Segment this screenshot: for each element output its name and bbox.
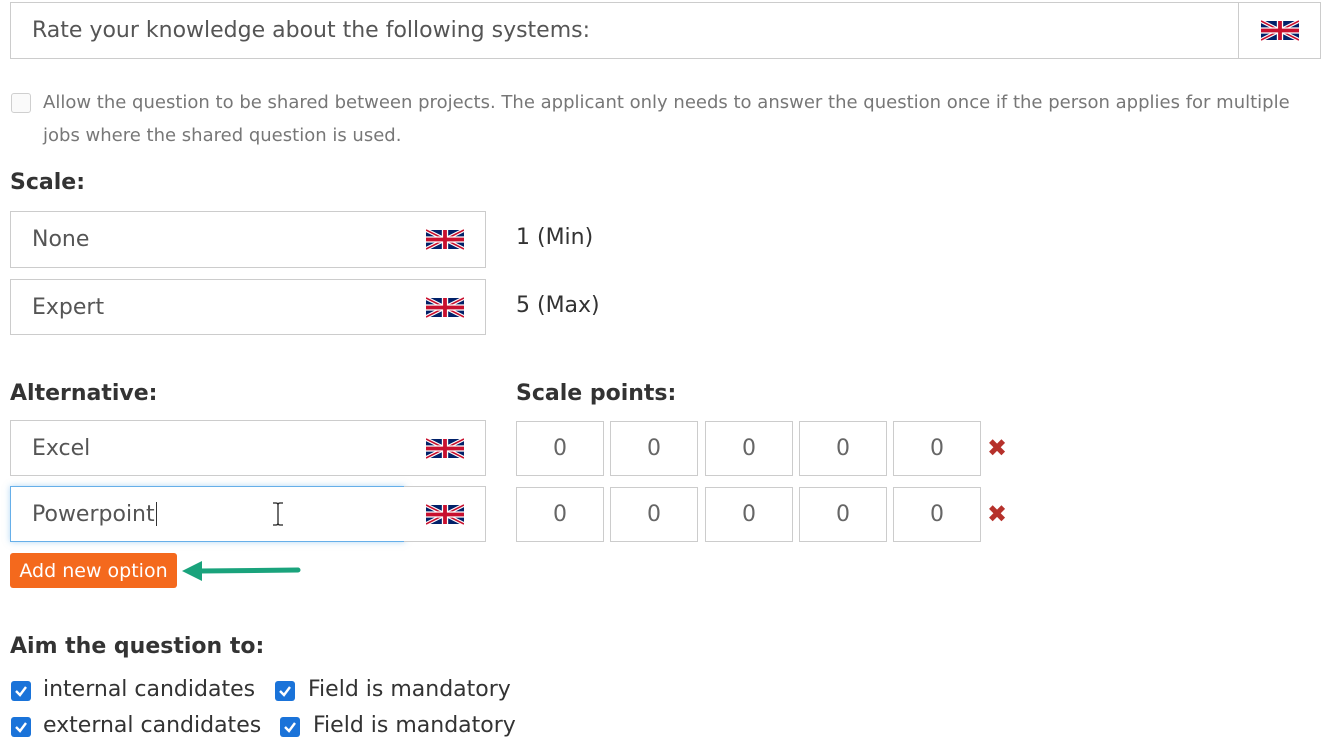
scale-point-input[interactable]: 0 xyxy=(705,487,793,542)
scale-max-language-button[interactable] xyxy=(404,279,486,335)
internal-candidates-label: internal candidates xyxy=(43,677,256,702)
annotation-arrow-icon xyxy=(182,561,301,581)
scale-point-input[interactable]: 0 xyxy=(893,487,981,542)
external-mandatory-checkbox[interactable] xyxy=(280,717,300,737)
delete-option-icon[interactable]: ✖ xyxy=(987,436,1007,460)
alternative-input[interactable]: Excel xyxy=(10,420,405,476)
scale-label: Scale: xyxy=(10,170,85,195)
delete-option-icon[interactable]: ✖ xyxy=(987,502,1007,526)
scale-point-input[interactable]: 0 xyxy=(893,421,981,476)
internal-mandatory-checkbox[interactable] xyxy=(275,681,295,701)
scale-point-input[interactable]: 0 xyxy=(705,421,793,476)
scale-max-note: 5 (Max) xyxy=(516,293,600,318)
alternative-value: Excel xyxy=(32,435,91,461)
scale-point-input[interactable]: 0 xyxy=(799,421,887,476)
scale-max-value: Expert xyxy=(32,294,105,320)
scale-point-input[interactable]: 0 xyxy=(610,421,698,476)
scale-point-input[interactable]: 0 xyxy=(516,487,604,542)
question-text-value: Rate your knowledge about the following … xyxy=(32,18,591,43)
scale-min-input[interactable]: None xyxy=(10,211,405,268)
uk-flag-icon xyxy=(425,502,464,526)
scale-point-input[interactable]: 0 xyxy=(516,421,604,476)
aim-label: Aim the question to: xyxy=(10,634,265,659)
text-caret xyxy=(155,502,157,526)
scale-point-input[interactable]: 0 xyxy=(799,487,887,542)
external-candidates-label: external candidates xyxy=(43,713,262,738)
uk-flag-icon xyxy=(425,295,464,319)
uk-flag-icon xyxy=(425,436,464,460)
external-candidates-checkbox[interactable] xyxy=(11,717,31,737)
text-cursor-icon xyxy=(273,502,283,526)
checkmark-icon xyxy=(279,686,291,697)
uk-flag-icon xyxy=(425,228,464,251)
scale-point-input[interactable]: 0 xyxy=(610,487,698,542)
internal-candidates-checkbox[interactable] xyxy=(11,681,31,701)
alternative-value: Powerpoint xyxy=(32,501,155,527)
internal-mandatory-label: Field is mandatory xyxy=(308,677,511,702)
alternative-input[interactable]: Powerpoint xyxy=(10,486,405,542)
share-question-checkbox[interactable] xyxy=(11,93,31,113)
alternative-language-button[interactable] xyxy=(404,420,486,476)
checkmark-icon xyxy=(284,722,296,733)
uk-flag-icon xyxy=(1260,19,1299,42)
share-question-text-line1: Allow the question to be shared between … xyxy=(43,92,1290,113)
scale-min-note: 1 (Min) xyxy=(516,225,594,250)
external-mandatory-label: Field is mandatory xyxy=(313,713,516,738)
scale-points-label: Scale points: xyxy=(516,381,677,406)
alternative-language-button[interactable] xyxy=(404,486,486,542)
share-question-text-line2: jobs where the shared question is used. xyxy=(43,125,402,146)
alternative-label: Alternative: xyxy=(10,381,158,406)
add-new-option-button[interactable]: Add new option xyxy=(10,553,177,588)
scale-min-value: None xyxy=(32,227,90,252)
question-language-button[interactable] xyxy=(1238,2,1321,59)
checkmark-icon xyxy=(15,686,27,697)
scale-max-input[interactable]: Expert xyxy=(10,279,405,335)
question-text-input[interactable]: Rate your knowledge about the following … xyxy=(10,2,1239,59)
checkmark-icon xyxy=(15,722,27,733)
scale-min-language-button[interactable] xyxy=(404,211,486,268)
